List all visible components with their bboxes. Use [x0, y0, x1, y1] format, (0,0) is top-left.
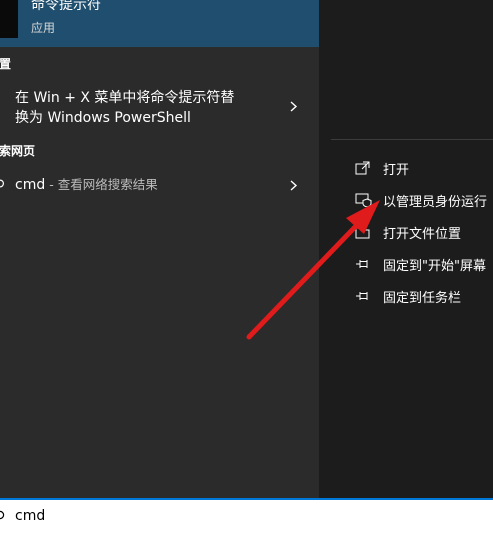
menu-item-open[interactable]: 打开 — [352, 156, 493, 180]
magnifier-icon — [0, 179, 4, 188]
chevron-right-icon[interactable] — [288, 180, 299, 191]
settings-result-line1: 在 Win + X 菜单中将命令提示符替 — [15, 90, 235, 106]
menu-label-open-file-location: 打开文件位置 — [383, 227, 462, 242]
web-result-item[interactable]: cmd - 查看网络搜索结果 — [0, 175, 319, 197]
menu-label-run-as-admin: 以管理员身份运行 — [383, 195, 488, 210]
best-match-type: 应用 — [31, 21, 56, 35]
folder-icon — [355, 227, 370, 239]
search-input[interactable]: cmd — [15, 508, 45, 524]
settings-result-item[interactable]: 在 Win + X 菜单中将命令提示符替 换为 Windows PowerShe… — [0, 88, 319, 130]
settings-section-header: 置 — [0, 57, 12, 71]
menu-item-run-as-admin[interactable]: 以管理员身份运行 — [352, 188, 493, 212]
web-section-header: 索网页 — [0, 144, 36, 158]
context-panel — [331, 0, 493, 498]
menu-item-pin-to-start[interactable]: 固定到"开始"屏幕 — [352, 252, 493, 276]
open-icon — [355, 161, 370, 175]
start-search-window: 命令提示符 应用 置 在 Win + X 菜单中将命令提示符替 换为 Windo… — [0, 0, 493, 533]
menu-label-open: 打开 — [383, 163, 410, 178]
results-panel: 命令提示符 应用 置 在 Win + X 菜单中将命令提示符替 换为 Windo… — [0, 0, 319, 498]
shield-icon — [355, 193, 372, 207]
pin-icon — [356, 260, 368, 268]
menu-item-open-file-location[interactable]: 打开文件位置 — [352, 220, 493, 244]
menu-item-pin-to-taskbar[interactable]: 固定到任务栏 — [352, 284, 493, 308]
search-icon — [0, 510, 5, 520]
search-bar[interactable]: cmd — [0, 498, 493, 533]
menu-label-pin-to-taskbar: 固定到任务栏 — [383, 291, 462, 306]
web-result-suffix: - 查看网络搜索结果 — [45, 177, 158, 192]
chevron-right-icon[interactable] — [288, 101, 299, 112]
web-result-text: cmd - 查看网络搜索结果 — [15, 175, 158, 195]
pin-icon — [356, 292, 368, 300]
web-result-query: cmd — [15, 177, 46, 193]
best-match-result[interactable]: 命令提示符 应用 — [0, 0, 319, 47]
context-divider — [331, 139, 493, 140]
best-match-name: 命令提示符 — [31, 0, 101, 13]
cmd-app-icon — [0, 0, 18, 38]
menu-label-pin-to-start: 固定到"开始"屏幕 — [383, 259, 486, 274]
settings-result-line2: 换为 Windows PowerShell — [15, 110, 191, 126]
